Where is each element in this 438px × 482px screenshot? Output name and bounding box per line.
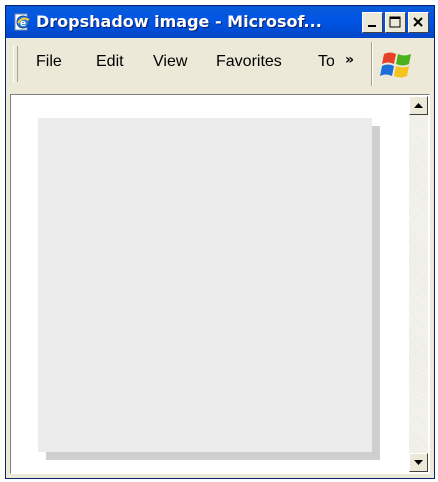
menu-edit[interactable]: Edit: [96, 53, 124, 71]
minimize-icon: [368, 25, 376, 27]
window-frame: e Dropshadow image - Microsof... File Ed…: [5, 5, 435, 479]
maximize-button[interactable]: [385, 12, 406, 33]
vertical-scrollbar[interactable]: [409, 96, 428, 472]
close-button[interactable]: [408, 12, 429, 33]
scroll-up-button[interactable]: [409, 96, 428, 115]
svg-text:e: e: [20, 19, 26, 29]
scroll-down-arrow-icon: [414, 460, 423, 465]
minimize-button[interactable]: [362, 12, 383, 33]
menu-bar: File Edit View Favorites To »: [6, 38, 434, 90]
page-content: [12, 96, 408, 472]
toolbar-grip[interactable]: [13, 46, 18, 82]
page-viewport[interactable]: [10, 94, 430, 474]
image-placeholder: [38, 118, 372, 452]
scroll-down-button[interactable]: [409, 453, 428, 472]
ie-window: e Dropshadow image - Microsof... File Ed…: [0, 0, 438, 482]
title-bar[interactable]: e Dropshadow image - Microsof...: [6, 6, 434, 38]
windows-flag-icon: [380, 48, 414, 82]
menu-view[interactable]: View: [153, 53, 187, 71]
close-icon: [413, 17, 423, 27]
menu-separator: [371, 42, 373, 86]
menu-overflow-chevron-icon[interactable]: »: [345, 52, 354, 68]
menu-file[interactable]: File: [36, 53, 62, 71]
maximize-icon: [389, 16, 401, 28]
window-title: Dropshadow image - Microsof...: [36, 12, 322, 31]
ie-page-icon: e: [12, 12, 32, 32]
menu-favorites[interactable]: Favorites: [216, 53, 282, 71]
scroll-up-arrow-icon: [414, 103, 423, 108]
menu-tools[interactable]: To: [318, 53, 334, 71]
